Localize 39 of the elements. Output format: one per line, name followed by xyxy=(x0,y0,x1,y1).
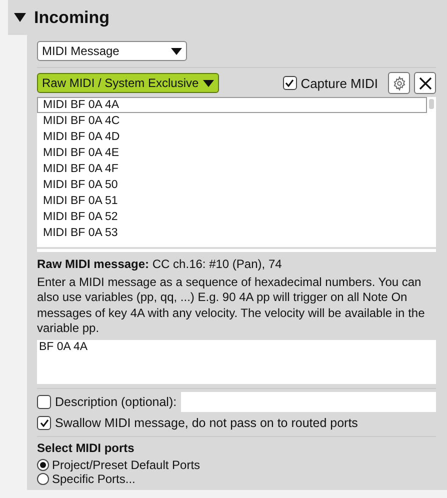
checkbox[interactable] xyxy=(282,76,297,90)
radio-dot-icon xyxy=(40,462,46,468)
section-header[interactable]: Incoming xyxy=(8,0,447,35)
radio-button[interactable] xyxy=(37,458,49,470)
caret-icon xyxy=(171,48,182,54)
section-title: Incoming xyxy=(34,8,110,28)
checkmark-icon xyxy=(285,79,294,87)
caret-icon xyxy=(202,80,214,86)
gear-icon xyxy=(392,76,406,90)
message-list-item[interactable]: MIDI BF 0A 53 xyxy=(37,225,427,241)
message-list-item[interactable]: MIDI BF 0A 50 xyxy=(37,177,427,193)
raw-message-text: Raw MIDI message: CC ch.16: #10 (Pan), 74 xyxy=(37,257,283,272)
checkmark-icon xyxy=(40,418,48,426)
message-list-item[interactable]: MIDI BF 0A 52 xyxy=(37,209,427,225)
ports-title: Select MIDI ports xyxy=(37,440,136,454)
message-list-item[interactable]: MIDI BF 0A 4F xyxy=(37,161,427,177)
message-list-item[interactable]: MIDI BF 0A 4E xyxy=(37,145,427,161)
checkbox[interactable] xyxy=(37,394,51,408)
message-list-item[interactable]: MIDI BF 0A 4D xyxy=(37,129,427,145)
type-dropdown[interactable]: MIDI Message xyxy=(37,41,187,61)
message-list-item[interactable]: MIDI BF 0A 4C xyxy=(37,113,427,129)
checkbox[interactable] xyxy=(37,416,51,430)
swallow-label: Swallow MIDI message, do not pass on to routed ports xyxy=(55,416,358,430)
message-kind-dropdown[interactable]: Raw MIDI / System Exclusive xyxy=(37,73,219,93)
message-input-field[interactable]: BF 0A 4A xyxy=(37,340,436,384)
message-list-item[interactable]: MIDI BF 0A 51 xyxy=(37,193,427,209)
collapse-triangle-icon[interactable] xyxy=(14,13,26,22)
port-option-label: Project/Preset Default Ports xyxy=(52,458,200,472)
radio-button[interactable] xyxy=(37,472,49,484)
description-field[interactable] xyxy=(180,392,436,412)
help-text: Enter a MIDI message as a sequence of hexadecimal numbers. You can also use variables (pp, qq, ...) E.g. 90 4A pp will trigger on all Note On messages of key 4A with any velocity. The velocity will be available in the variable pp. xyxy=(37,274,426,336)
settings-button[interactable] xyxy=(388,72,410,94)
capture-midi-label: Capture MIDI xyxy=(300,76,378,90)
close-button[interactable] xyxy=(414,72,436,94)
scrollbar-thumb[interactable] xyxy=(429,99,434,109)
close-icon xyxy=(418,76,432,90)
port-option-label: Specific Ports... xyxy=(52,472,136,486)
message-list-item[interactable]: MIDI BF 0A 4A xyxy=(37,97,427,113)
description-label: Description (optional): xyxy=(55,394,177,408)
